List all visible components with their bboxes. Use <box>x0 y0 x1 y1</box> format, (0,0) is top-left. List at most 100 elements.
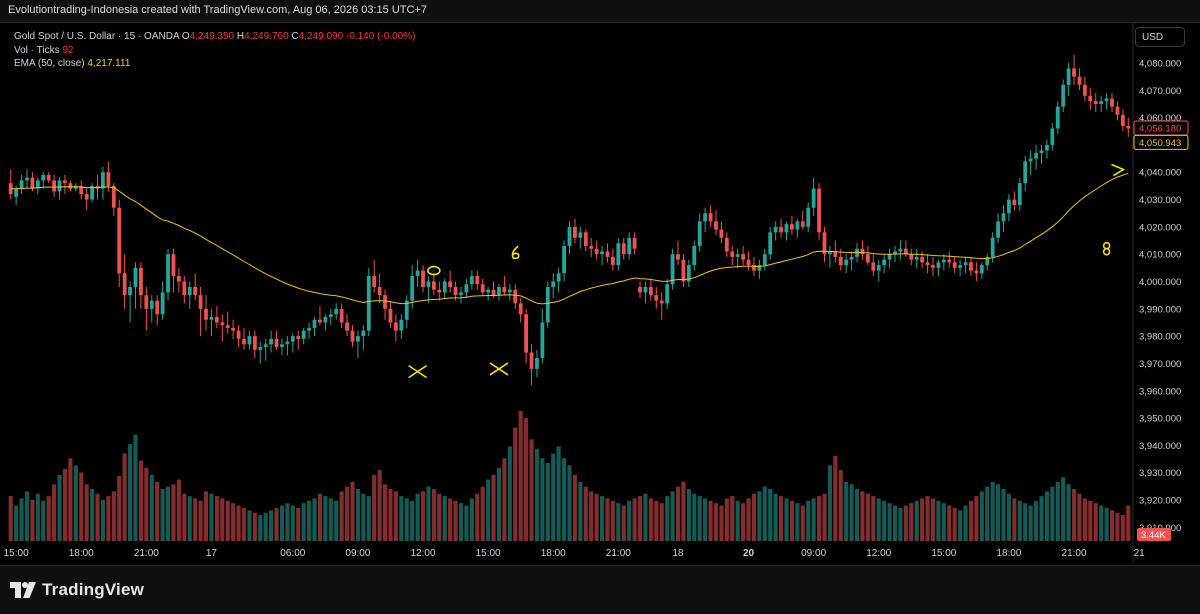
volume-bar <box>816 496 822 541</box>
volume-bar <box>410 500 415 541</box>
volume-bar <box>372 474 377 541</box>
volume-bar <box>404 498 409 541</box>
candle-body <box>225 325 230 328</box>
volume-bar <box>274 507 279 541</box>
volume-bar <box>990 481 995 541</box>
volume-bar <box>643 493 648 541</box>
candle-body <box>30 177 35 189</box>
volume-bar <box>1126 505 1131 541</box>
volume-bar <box>849 484 854 541</box>
volume-bar <box>339 491 344 541</box>
volume-bar <box>1093 503 1098 541</box>
annotation-digit-8-bottom <box>1102 247 1111 256</box>
price-tick-label: 3,930.000 <box>1139 468 1181 479</box>
volume-bar <box>46 496 51 541</box>
candle-body <box>974 270 979 274</box>
volume-bar <box>420 491 426 541</box>
volume-bar <box>670 491 675 541</box>
price-tick-label: 4,040.000 <box>1139 168 1181 179</box>
price-chart[interactable]: 4,080.0004,070.0004,060.0004,050.0004,04… <box>0 0 1200 564</box>
volume-bar <box>111 491 116 541</box>
volume-bar <box>562 458 567 541</box>
candle-body <box>176 276 181 282</box>
volume-bar <box>1104 507 1109 541</box>
candle-body <box>963 262 968 266</box>
volume-bar <box>355 489 360 541</box>
volume-bar <box>1088 500 1093 541</box>
candle-body <box>762 254 767 266</box>
currency-button[interactable]: USD <box>1135 27 1185 47</box>
candle-body <box>768 232 773 255</box>
candle-body <box>540 322 545 358</box>
symbol-title[interactable]: Gold Spot / U.S. Dollar · 15 · OANDA <box>14 31 179 42</box>
volume-bar <box>605 498 610 541</box>
candle-body <box>220 322 225 326</box>
candle-body <box>719 229 724 238</box>
volume-bar <box>263 512 268 541</box>
volume-bar <box>203 491 209 541</box>
volume-bar <box>708 500 713 541</box>
volume-bar <box>52 484 57 541</box>
candle-body <box>285 341 290 345</box>
volume-bar <box>784 498 789 541</box>
volume-bar <box>1055 481 1060 541</box>
candle-body <box>594 248 599 255</box>
candle-body <box>589 245 594 249</box>
volume-bar <box>659 503 664 541</box>
candle-body <box>274 338 279 348</box>
volume-bar <box>79 472 84 541</box>
candle-body <box>290 336 295 342</box>
volume-bar <box>279 505 285 541</box>
volume-bar <box>524 418 529 541</box>
candle-body <box>703 213 708 222</box>
tradingview-brand[interactable]: TradingView <box>10 578 144 602</box>
volume-bar <box>1017 500 1022 541</box>
volume-label[interactable]: Vol · Ticks <box>14 45 60 56</box>
candle-body <box>882 259 887 266</box>
candle-body <box>800 221 805 227</box>
candle-body <box>366 276 371 331</box>
volume-value: 92 <box>62 44 74 56</box>
candle-body <box>328 314 333 318</box>
time-tick-label: 18:00 <box>996 548 1021 559</box>
candle-body <box>101 172 105 189</box>
ema-label[interactable]: EMA (50, close) <box>14 58 85 69</box>
annotation-digit-6 <box>511 245 520 260</box>
candle-body <box>1012 199 1017 206</box>
price-tick-label: 3,920.000 <box>1139 496 1181 507</box>
candle-body <box>323 317 328 323</box>
candle-body <box>84 194 89 200</box>
time-tick-label: 15:00 <box>4 548 29 559</box>
volume-bar <box>176 479 181 541</box>
volume-bar <box>865 493 870 541</box>
candle-body <box>415 270 420 277</box>
volume-bar <box>724 498 729 541</box>
candle-body <box>605 251 610 257</box>
volume-bar <box>133 434 138 541</box>
candle-body <box>52 180 57 192</box>
volume-bar <box>247 510 252 541</box>
volume-bar <box>469 498 474 541</box>
volume-bar <box>393 491 398 541</box>
candle-body <box>556 273 561 282</box>
volume-bar <box>84 484 89 541</box>
candle-body <box>339 308 344 323</box>
candle-body <box>497 286 501 296</box>
candle-body <box>111 185 116 208</box>
volume-bar <box>377 470 382 541</box>
volume-bar <box>290 505 295 541</box>
volume-bar <box>301 503 306 541</box>
volume-bar <box>496 467 502 541</box>
candle-body <box>334 308 339 315</box>
candle-body <box>1093 101 1098 104</box>
candle-body <box>128 286 132 296</box>
volume-bar <box>486 479 491 541</box>
volume-bar <box>442 496 447 541</box>
candle-body <box>578 232 583 238</box>
tradingview-logo-icon <box>10 582 36 598</box>
volume-bar <box>220 498 225 541</box>
volume-bar <box>811 498 816 541</box>
candle-body <box>638 286 642 293</box>
volume-bar <box>100 499 106 541</box>
candle-body <box>518 303 523 315</box>
